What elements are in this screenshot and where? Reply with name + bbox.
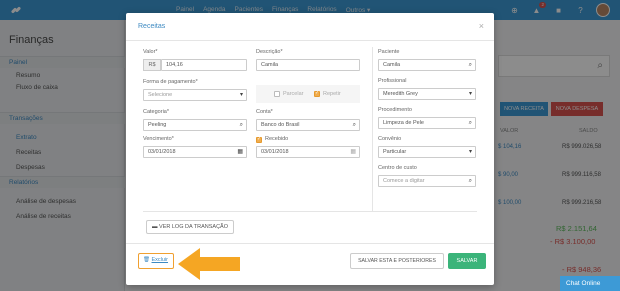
- procedimento-label: Procedimento: [378, 107, 412, 113]
- divider: [126, 243, 494, 244]
- chevron-down-icon: ▾: [239, 92, 243, 98]
- forma-pagamento-label: Forma de pagamento*: [143, 79, 198, 85]
- folder-icon: ▬: [152, 224, 160, 230]
- calendar-icon[interactable]: ▦: [350, 147, 356, 157]
- divider: [126, 40, 494, 41]
- convenio-select[interactable]: Particular ▾: [378, 146, 476, 158]
- repetir-checkbox[interactable]: [314, 90, 320, 97]
- paciente-label: Paciente: [378, 49, 400, 55]
- annotation-arrow-icon: [178, 248, 240, 280]
- valor-label: Valor*: [143, 49, 158, 55]
- search-icon: ⌕: [468, 62, 472, 68]
- close-icon[interactable]: ×: [479, 21, 484, 31]
- vencimento-label: Vencimento*: [143, 136, 174, 142]
- ver-log-button[interactable]: ▬ VER LOG DA TRANSAÇÃO: [146, 220, 235, 234]
- centro-custo-input[interactable]: Comece a digitar ⌕: [378, 175, 476, 187]
- divider: [143, 211, 477, 212]
- centro-custo-label: Centro de custo: [378, 165, 417, 171]
- recebido-date-input[interactable]: 03/01/2018 ▦: [256, 146, 360, 158]
- search-icon: ⌕: [352, 122, 356, 128]
- parcelar-repetir-panel: [256, 85, 360, 103]
- recebido-label: Recebido: [265, 136, 289, 142]
- search-icon: ⌕: [468, 120, 472, 126]
- valor-input[interactable]: 104,16: [161, 59, 247, 71]
- categoria-input[interactable]: Peeling ⌕: [143, 119, 247, 131]
- search-icon: ⌕: [468, 178, 472, 184]
- paciente-input[interactable]: Camila ⌕: [378, 59, 476, 71]
- search-icon: ⌕: [239, 122, 243, 128]
- calendar-icon[interactable]: ▦: [237, 147, 243, 157]
- trash-icon: 🗑: [143, 257, 152, 263]
- receitas-modal: Receitas × Valor* R$ 104,16 Forma de pag…: [126, 13, 494, 285]
- chevron-down-icon: ▾: [468, 149, 472, 155]
- profissional-select[interactable]: Meredith Grey ▾: [378, 88, 476, 100]
- procedimento-input[interactable]: Limpeza de Pele ⌕: [378, 117, 476, 129]
- chevron-down-icon: ▾: [468, 91, 472, 97]
- categoria-label: Categoria*: [143, 109, 169, 115]
- vencimento-date-input[interactable]: 03/01/2018 ▦: [143, 146, 247, 158]
- conta-input[interactable]: Banco do Brasil ⌕: [256, 119, 360, 131]
- excluir-link[interactable]: 🗑 Excluir: [138, 253, 174, 269]
- descricao-label: Descrição*: [256, 49, 283, 55]
- repetir-label: Repetir: [323, 91, 341, 97]
- save-button[interactable]: SALVAR: [448, 253, 486, 269]
- conta-label: Conta*: [256, 109, 273, 115]
- parcelar-checkbox[interactable]: [274, 91, 280, 97]
- column-divider: [372, 47, 373, 211]
- convenio-label: Convênio: [378, 136, 402, 142]
- parcelar-label: Parcelar: [283, 91, 304, 97]
- profissional-label: Profissional: [378, 78, 407, 84]
- recebido-checkbox[interactable]: [256, 136, 262, 143]
- modal-title: Receitas: [138, 23, 166, 30]
- save-following-button[interactable]: SALVAR ESTA E POSTERIORES: [350, 253, 444, 269]
- descricao-input[interactable]: Camila: [256, 59, 360, 71]
- currency-prefix: R$: [143, 59, 161, 71]
- forma-pagamento-select[interactable]: Selecione ▾: [143, 89, 247, 101]
- chat-online-button[interactable]: Chat Online: [560, 276, 620, 291]
